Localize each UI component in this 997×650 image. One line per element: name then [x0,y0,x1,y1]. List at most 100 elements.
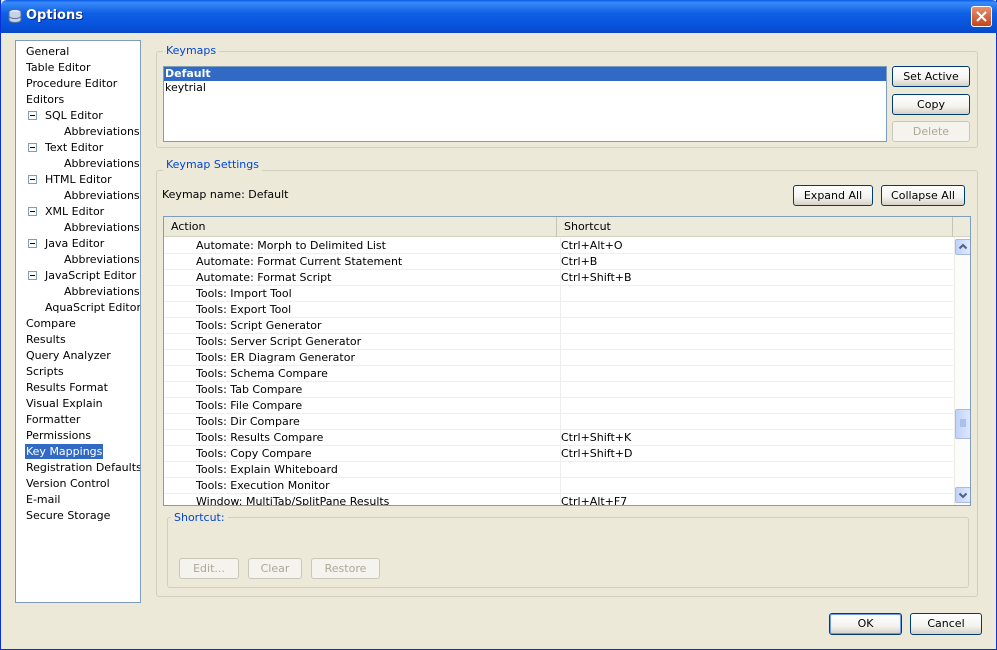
action-cell: Automate: Morph to Delimited List [196,239,386,252]
clear-shortcut-button[interactable]: Clear [248,558,302,579]
tree-item[interactable]: AquaScript Editor [44,300,140,315]
table-row[interactable]: Window: MultiTab/SplitPane Results Ctrl+A… [164,494,953,505]
shortcut-cell: Ctrl+Shift+B [560,270,950,286]
set-active-button[interactable]: Set Active [892,66,970,87]
action-cell: Tools: File Compare [196,399,303,412]
scroll-down-button[interactable] [955,487,970,503]
table-row[interactable]: Tools: Import Tool [164,286,953,302]
expand-all-button[interactable]: Expand All [793,185,873,206]
tree-item[interactable]: Query Analyzer [25,348,112,363]
tree-item[interactable]: Procedure Editor [25,76,118,91]
tree-item[interactable]: Editors [25,92,65,107]
keymap-table: Action Shortcut Automate: Morph to Delim… [163,216,971,506]
table-row[interactable]: Tools: Tab Compare [164,382,953,398]
tree-expander-icon[interactable] [28,207,37,216]
chevron-up-icon [958,243,968,250]
shortcut-cell [560,302,950,318]
tree-expander-icon[interactable] [28,271,37,280]
table-row[interactable]: Tools: Execution Monitor [164,478,953,494]
delete-button[interactable]: Delete [892,121,970,142]
keymap-list[interactable]: Default keytrial [163,66,887,142]
tree-item[interactable]: General [25,44,70,59]
tree-item[interactable]: XML Editor [44,204,105,219]
table-row[interactable]: Tools: Schema Compare [164,366,953,382]
table-row[interactable]: Tools: Results Compare Ctrl+Shift+K [164,430,953,446]
action-cell: Tools: Export Tool [196,303,292,316]
shortcut-cell [560,334,950,350]
table-row[interactable]: Automate: Morph to Delimited List Ctrl+Al… [164,238,953,254]
scroll-up-button[interactable] [955,239,970,255]
table-row[interactable]: Tools: File Compare [164,398,953,414]
table-row[interactable]: Tools: Dir Compare [164,414,953,430]
column-header-action[interactable]: Action [164,217,557,237]
tree-item[interactable]: Permissions [25,428,92,443]
title-bar[interactable]: Options [1,0,997,33]
grip-icon [960,419,966,427]
ok-button[interactable]: OK [829,613,902,635]
tree-item[interactable]: Formatter [25,412,81,427]
copy-button[interactable]: Copy [892,94,970,115]
window-title: Options [26,8,83,23]
restore-shortcut-button[interactable]: Restore [311,558,380,579]
tree-item[interactable]: Abbreviations [63,220,140,235]
table-row[interactable]: Tools: Export Tool [164,302,953,318]
tree-item[interactable]: E-mail [25,492,62,507]
tree-item[interactable]: Compare [25,316,77,331]
tree-item[interactable]: Abbreviations [63,124,140,139]
action-cell: Automate: Format Script [196,271,332,284]
keymap-item-keytrial[interactable]: keytrial [164,81,886,95]
tree-item[interactable]: Java Editor [44,236,105,251]
tree-item[interactable]: Abbreviations [63,252,140,267]
database-icon [8,9,22,24]
keymap-item-default[interactable]: Default [164,67,886,81]
chevron-down-icon [958,492,968,499]
vertical-scrollbar[interactable] [954,237,970,505]
table-row[interactable]: Tools: Explain Whiteboard [164,462,953,478]
tree-item[interactable]: Registration Defaults [25,460,140,475]
tree-expander-icon[interactable] [28,143,37,152]
table-row[interactable]: Automate: Format Script Ctrl+Shift+B [164,270,953,286]
tree-item[interactable]: Text Editor [44,140,104,155]
shortcut-cell: Ctrl+Alt+F7 [560,494,950,505]
options-dialog: Options General Table Editor Procedure Edi… [0,0,997,650]
action-cell: Tools: Schema Compare [196,367,328,380]
tree-item[interactable]: JavaScript Editor [44,268,137,283]
tree-item[interactable]: Version Control [25,476,111,491]
close-button[interactable] [971,6,992,27]
action-cell: Automate: Format Current Statement [196,255,403,268]
tree-item[interactable]: Results Format [25,380,109,395]
table-row[interactable]: Automate: Format Current Statement Ctrl+B [164,254,953,270]
scroll-thumb[interactable] [955,409,970,439]
tree-item[interactable]: Results [25,332,67,347]
tree-item[interactable]: Abbreviations [63,284,140,299]
shortcut-cell [560,478,950,494]
tree-item[interactable]: Abbreviations [63,188,140,203]
tree-item[interactable]: Secure Storage [25,508,111,523]
table-row[interactable]: Tools: Server Script Generator [164,334,953,350]
tree-item[interactable]: Table Editor [25,60,92,75]
tree-item[interactable]: SQL Editor [44,108,104,123]
action-cell: Tools: Explain Whiteboard [196,463,338,476]
tree-expander-icon[interactable] [28,111,37,120]
shortcut-cell: Ctrl+B [560,254,950,270]
tree-item[interactable]: Scripts [25,364,65,379]
shortcut-cell [560,286,950,302]
column-header-shortcut[interactable]: Shortcut [557,217,953,237]
table-row[interactable]: Tools: ER Diagram Generator [164,350,953,366]
action-cell: Tools: Script Generator [196,319,322,332]
options-tree[interactable]: General Table Editor Procedure Editor Edito… [15,40,141,603]
cancel-button[interactable]: Cancel [910,613,982,635]
action-cell: Tools: ER Diagram Generator [196,351,355,364]
tree-expander-icon[interactable] [28,175,37,184]
edit-shortcut-button[interactable]: Edit... [179,558,239,579]
table-row[interactable]: Tools: Copy Compare Ctrl+Shift+D [164,446,953,462]
tree-item[interactable]: Key Mappings [25,444,104,459]
tree-item[interactable]: HTML Editor [44,172,113,187]
table-row[interactable]: Tools: Script Generator [164,318,953,334]
tree-item[interactable]: Visual Explain [25,396,104,411]
tree-item[interactable]: Abbreviations [63,156,140,171]
shortcut-cell: Ctrl+Shift+D [560,446,950,462]
action-cell: Window: MultiTab/SplitPane Results [196,495,390,505]
collapse-all-button[interactable]: Collapse All [881,185,965,206]
tree-expander-icon[interactable] [28,239,37,248]
